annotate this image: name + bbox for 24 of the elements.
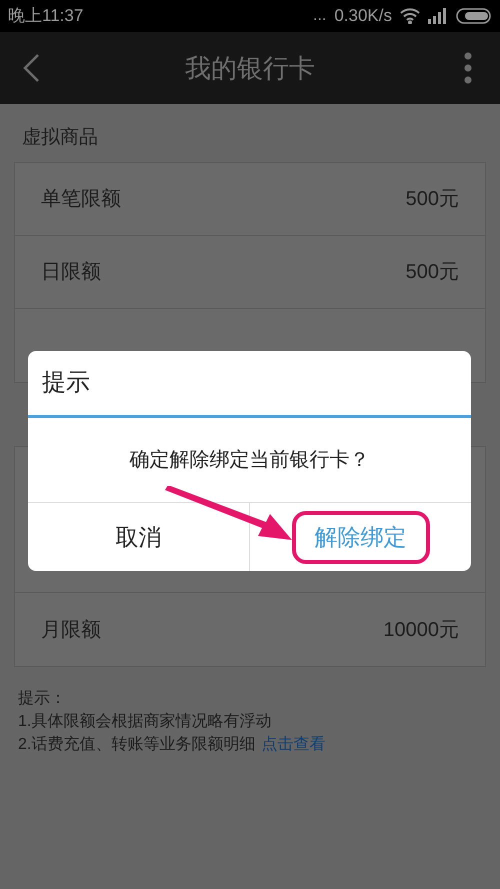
page-title: 我的银行卡	[185, 52, 315, 84]
dialog-message: 确定解除绑定当前银行卡？	[130, 448, 370, 473]
row-label: 单笔限额	[41, 187, 121, 212]
view-link[interactable]: 点击查看	[261, 733, 326, 756]
notification-dots: ...	[313, 6, 326, 26]
battery-icon	[456, 8, 492, 24]
more-icon[interactable]	[464, 52, 472, 84]
signal-icon	[428, 8, 448, 24]
row-value: 10000元	[383, 618, 459, 642]
clock-text: 晚上11:37	[8, 5, 84, 28]
back-icon[interactable]	[22, 53, 40, 83]
row-value: 500元	[406, 187, 459, 212]
note-text: 2.话费充值、转账等业务限额明细	[18, 734, 256, 755]
cancel-button[interactable]: 取消	[70, 510, 208, 564]
wifi-icon	[400, 8, 420, 24]
row-label: 日限额	[41, 260, 101, 285]
network-speed: 0.30K/s	[334, 5, 392, 28]
row-value: 500元	[406, 260, 459, 285]
section-title: 虚拟商品	[22, 126, 98, 150]
note-text: 1.具体限额会根据商家情况略有浮动	[18, 712, 272, 732]
row-label: 月限额	[41, 618, 101, 642]
notes-title: 提示：	[18, 689, 67, 709]
dialog-title: 提示	[42, 368, 90, 398]
unbind-button[interactable]: 解除绑定	[292, 510, 430, 564]
